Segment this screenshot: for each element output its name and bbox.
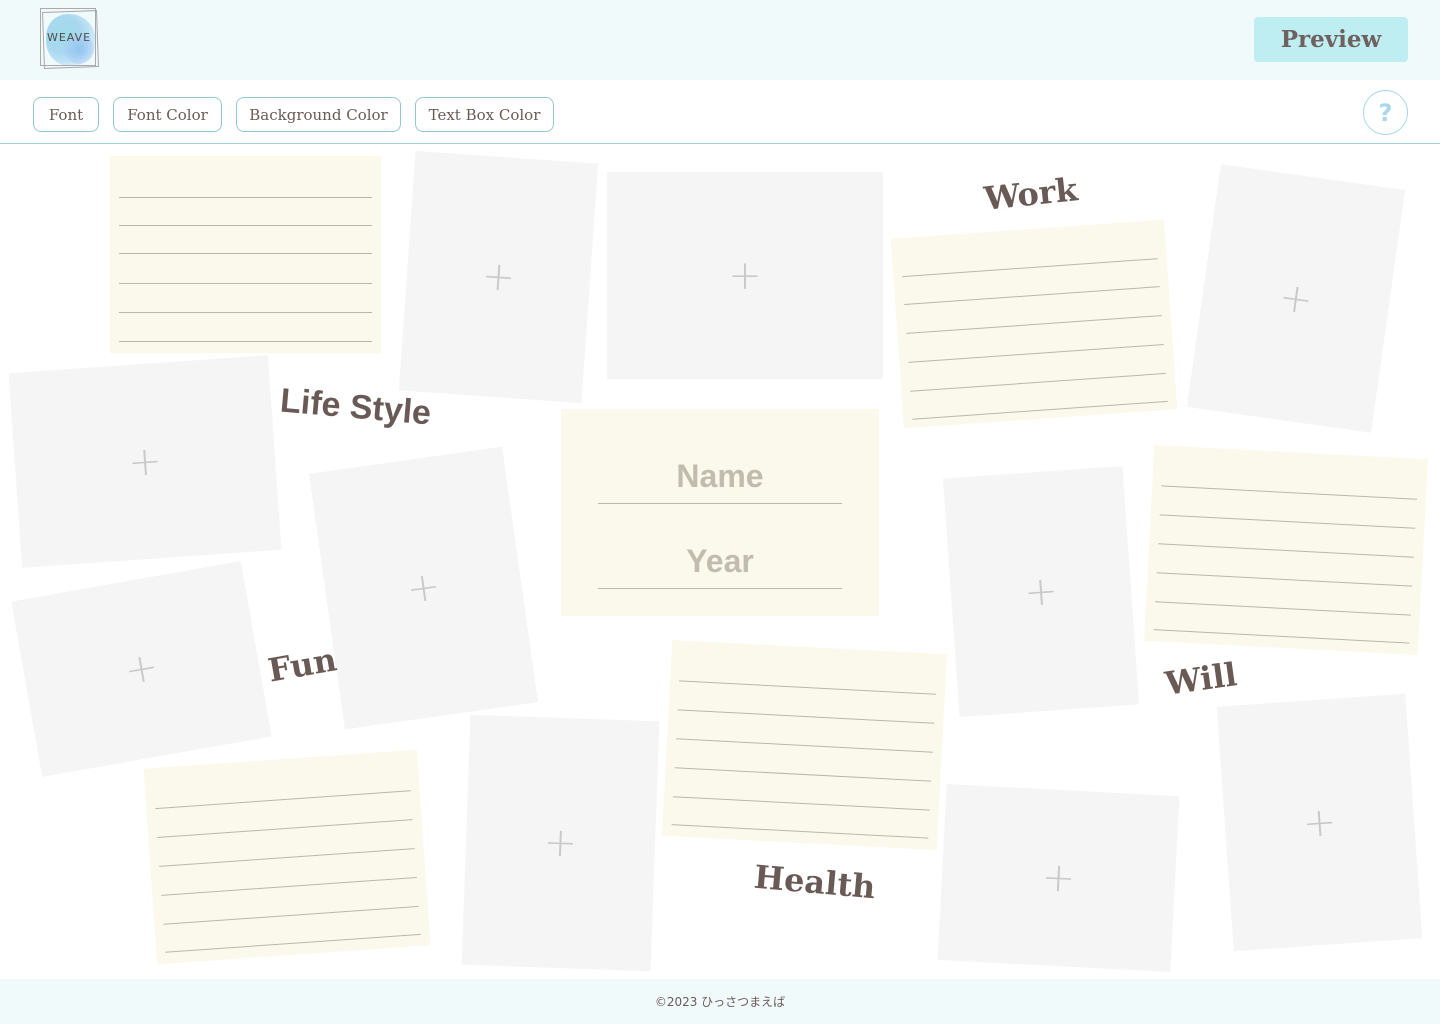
preview-button[interactable]: Preview — [1254, 17, 1408, 62]
font-color-button[interactable]: Font Color — [113, 97, 222, 132]
note-ruled-line — [671, 824, 929, 839]
note-ruled-line — [912, 400, 1168, 420]
note-ruled-line — [904, 286, 1160, 305]
add-photo-icon: + — [403, 562, 444, 614]
text-note[interactable] — [1144, 444, 1428, 656]
category-label-work[interactable]: Work — [982, 170, 1079, 218]
help-button[interactable]: ? — [1363, 90, 1408, 135]
background-color-button[interactable]: Background Color — [236, 97, 401, 132]
note-ruled-line — [1159, 514, 1416, 529]
note-ruled-line — [157, 819, 413, 838]
copyright-text: ©2023 ひっさつまえば — [654, 995, 786, 1009]
photo-slot[interactable]: + — [1216, 693, 1423, 952]
name-underline — [598, 503, 842, 504]
category-label-will[interactable]: Will — [1163, 655, 1239, 703]
note-ruled-line — [155, 790, 411, 810]
photo-slot[interactable]: + — [461, 714, 660, 972]
category-label-fun[interactable]: Fun — [265, 640, 339, 689]
photo-slot[interactable]: + — [937, 784, 1180, 972]
photo-slot[interactable]: + — [942, 466, 1140, 717]
logo-text: WEAVE — [46, 31, 92, 44]
note-ruled-line — [674, 767, 932, 782]
note-ruled-line — [908, 344, 1164, 363]
photo-slot[interactable]: + — [398, 150, 599, 404]
add-photo-icon: + — [120, 643, 162, 695]
photo-slot[interactable]: + — [8, 355, 282, 568]
note-ruled-line — [163, 905, 419, 925]
note-ruled-line — [119, 312, 372, 313]
note-ruled-line — [119, 253, 372, 254]
note-ruled-line — [161, 877, 417, 896]
note-ruled-line — [906, 315, 1162, 334]
photo-slot[interactable]: + — [1186, 164, 1406, 433]
text-box-color-button[interactable]: Text Box Color — [415, 97, 554, 132]
name-year-card: Name Year — [561, 409, 879, 616]
category-label-health[interactable]: Health — [753, 858, 877, 906]
note-ruled-line — [1153, 629, 1410, 644]
app-header: WEAVE Preview — [0, 0, 1440, 80]
style-toolbar: Font Font Color Background Color Text Bo… — [0, 80, 1440, 144]
note-ruled-line — [676, 738, 933, 753]
note-ruled-line — [677, 709, 935, 724]
note-ruled-line — [1156, 572, 1413, 587]
photo-slot[interactable]: + — [308, 446, 539, 730]
note-ruled-line — [1155, 601, 1411, 616]
note-ruled-line — [1158, 543, 1414, 558]
text-note[interactable] — [662, 639, 947, 851]
text-note[interactable] — [890, 219, 1178, 429]
note-ruled-line — [119, 197, 372, 198]
note-ruled-line — [679, 680, 936, 695]
add-photo-icon: + — [542, 819, 579, 867]
add-photo-icon: + — [480, 252, 517, 302]
note-ruled-line — [119, 225, 372, 226]
photo-slot[interactable]: + — [11, 561, 272, 777]
add-photo-icon: + — [728, 252, 762, 299]
name-field[interactable]: Name — [598, 458, 842, 495]
note-ruled-line — [910, 372, 1166, 392]
add-photo-icon: + — [1022, 567, 1060, 616]
text-note[interactable] — [143, 749, 431, 965]
note-ruled-line — [1161, 485, 1417, 500]
note-ruled-line — [673, 796, 930, 811]
add-photo-icon: + — [126, 437, 164, 486]
note-ruled-line — [902, 258, 1158, 278]
note-ruled-line — [119, 283, 372, 284]
note-ruled-line — [119, 341, 372, 342]
add-photo-icon: + — [1301, 798, 1338, 847]
footer: ©2023 ひっさつまえば — [0, 979, 1440, 1024]
weave-logo[interactable]: WEAVE — [40, 8, 99, 69]
note-ruled-line — [159, 848, 415, 867]
photo-slot[interactable]: + — [607, 172, 883, 379]
year-underline — [598, 588, 842, 589]
add-photo-icon: + — [1040, 854, 1077, 902]
note-ruled-line — [165, 933, 421, 953]
add-photo-icon: + — [1276, 273, 1316, 324]
year-field[interactable]: Year — [598, 543, 842, 580]
text-note[interactable] — [110, 156, 381, 353]
font-button[interactable]: Font — [33, 97, 99, 132]
